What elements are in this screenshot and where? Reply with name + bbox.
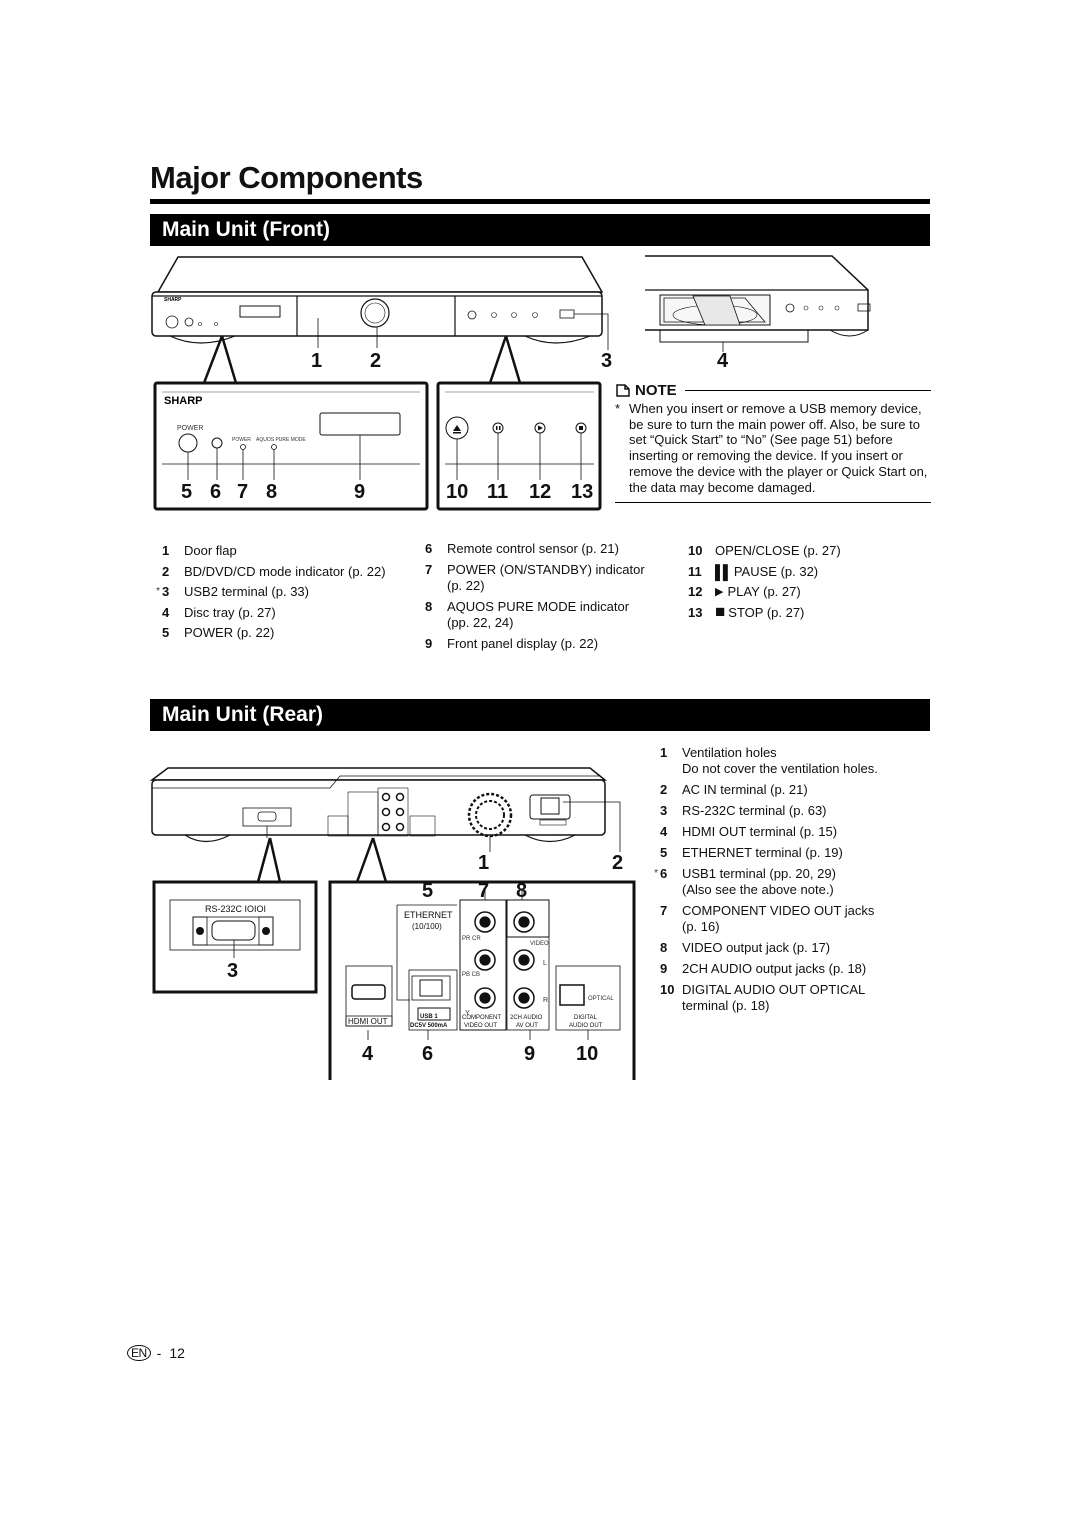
note-icon	[616, 384, 630, 398]
front-callout-10: 10	[446, 481, 468, 503]
front-callout-6: 6	[210, 481, 221, 503]
power-label: POWER	[177, 425, 203, 432]
note-title: NOTE	[635, 382, 677, 399]
list-item: 6 Remote control sensor (p. 21)	[425, 541, 619, 556]
pr-cr-label: PR CR	[462, 936, 481, 942]
front-list-col2: 6 Remote control sensor (p. 21) 7 POWER (O…	[425, 541, 655, 652]
digital-audio-out-label: AUDIO OUT	[569, 1023, 603, 1029]
front-callout-9: 9	[354, 481, 365, 503]
list-item: 11 ▌▌ PAUSE (p. 32)	[688, 562, 928, 583]
list-item: 1 Ventilation holes Do not cover the venti…	[660, 745, 878, 776]
video-label: VIDEO	[530, 941, 549, 947]
list-item: 3 RS-232C terminal (p. 63)	[660, 803, 827, 818]
language-badge: EN	[127, 1345, 151, 1361]
front-callout-8: 8	[266, 481, 277, 503]
rs232c-label: RS-232C IOIOI	[205, 904, 266, 914]
usb1-label: USB 1	[420, 1014, 438, 1020]
play-icon: ▶	[715, 586, 724, 598]
list-item: 7 COMPONENT VIDEO OUT jacks (p. 16)	[660, 903, 875, 934]
r-label: R	[543, 997, 548, 1004]
front-callout-11: 11	[487, 481, 508, 503]
list-item: 5 POWER (p. 22)	[162, 625, 275, 640]
note-rule	[684, 390, 931, 392]
page-number: 12	[169, 1345, 185, 1361]
list-item: 13 ■ STOP (p. 27)	[688, 601, 928, 624]
list-item: 4 Disc tray (p. 27)	[162, 604, 276, 620]
front-callout-5: 5	[181, 481, 192, 503]
optical-label: OPTICAL	[588, 996, 614, 1002]
list-item: 9 Front panel display (p. 22)	[425, 636, 599, 651]
rear-callout-4: 4	[362, 1043, 374, 1065]
l-label: L	[543, 960, 547, 967]
note-text: When you insert or remove a USB memory d…	[629, 400, 928, 495]
front-callout-1: 1	[311, 350, 322, 372]
list-item: 4 HDMI OUT terminal (p. 15)	[660, 824, 838, 839]
rear-callout-9: 9	[524, 1043, 535, 1065]
usb-power-label: DC5V 500mA	[410, 1023, 448, 1029]
component-video-out-label: VIDEO OUT	[464, 1023, 497, 1029]
pause-icon	[496, 426, 498, 430]
rear-callout-10: 10	[576, 1043, 598, 1065]
digital-label: DIGITAL	[574, 1015, 598, 1021]
list-item: 10 DIGITAL AUDIO OUT OPTICAL terminal (p. …	[660, 982, 866, 1013]
rear-callout-2: 2	[612, 852, 623, 874]
section-header-rear: Main Unit (Rear)	[150, 699, 930, 731]
pause-icon-bar	[499, 426, 501, 430]
front-callout-12: 12	[529, 481, 551, 503]
list-item: 10 OPEN/CLOSE (p. 27)	[688, 543, 841, 558]
brand-logo-small: SHARP	[164, 297, 182, 303]
ethernet-speed-label: (10/100)	[412, 922, 442, 931]
list-item: 1 Door flap	[162, 543, 237, 558]
2ch-audio-label: 2CH AUDIO	[510, 1015, 543, 1021]
rear-callout-3: 3	[227, 960, 238, 982]
rear-callout-6: 6	[422, 1043, 433, 1065]
note-bottom-rule	[615, 501, 931, 503]
rear-list: 1 Ventilation holes Do not cover the venti…	[648, 745, 933, 1014]
list-item: 9 2CH AUDIO output jacks (p. 18)	[660, 961, 867, 976]
rear-callout-8: 8	[516, 880, 527, 902]
brand-logo: SHARP	[164, 395, 203, 407]
rear-diagram: RS-232C IOIOI ETHERNET (10/100) PR CR PB…	[149, 767, 636, 1080]
note-asterisk: *	[615, 400, 621, 416]
note-box: NOTE * When you insert or remove a USB m…	[615, 383, 931, 503]
hdmi-out-label: HDMI OUT	[348, 1017, 388, 1026]
front-list-col1: 1 Door flap 2 BD/DVD/CD mode indicator (p.…	[150, 541, 415, 644]
list-item: 7 POWER (ON/STANDBY) indicator (p. 22)	[425, 562, 645, 593]
ethernet-label: ETHERNET	[404, 910, 453, 920]
stop-icon	[579, 426, 583, 430]
list-item: 5 ETHERNET terminal (p. 19)	[660, 845, 843, 860]
list-item: 2 AC IN terminal (p. 21)	[660, 782, 808, 797]
pause-icon: ▌▌	[715, 563, 733, 580]
list-item: * 3 USB2 terminal (p. 33)	[156, 584, 309, 599]
rear-callout-1: 1	[478, 852, 489, 874]
front-callout-2: 2	[370, 350, 381, 372]
aquos-pure-mode-label: AQUOS PURE MODE	[256, 437, 306, 443]
front-callout-7: 7	[237, 481, 248, 503]
list-item: 8 AQUOS PURE MODE indicator (pp. 22, 24)	[425, 599, 630, 630]
list-item: 2 BD/DVD/CD mode indicator (p. 22)	[162, 563, 386, 579]
eject-bar-icon	[453, 432, 461, 434]
component-label: COMPONENT	[462, 1015, 501, 1021]
note-heading: NOTE	[615, 383, 931, 399]
page-separator: -	[156, 1345, 162, 1361]
front-list-col3: 10 OPEN/CLOSE (p. 27) 11 ▌▌ PAUSE (p. 32) 1…	[688, 541, 928, 623]
pb-cb-label: PB CB	[462, 972, 480, 978]
front-callout-13: 13	[571, 481, 593, 503]
front-callout-3: 3	[601, 350, 612, 372]
power-indicator-label: POWER	[232, 437, 251, 443]
list-item: 12 ▶ PLAY (p. 27)	[688, 582, 928, 603]
list-item: * 6 USB1 terminal (pp. 20, 29) (Also see th…	[654, 866, 836, 897]
front-callout-4: 4	[717, 350, 729, 372]
rear-callout-7: 7	[478, 880, 489, 902]
rear-callout-5: 5	[422, 880, 433, 902]
av-out-label: AV OUT	[516, 1023, 538, 1029]
stop-icon: ■	[715, 601, 726, 621]
list-item: 8 VIDEO output jack (p. 17)	[660, 940, 831, 955]
page-footer: EN - 12	[127, 1345, 185, 1361]
